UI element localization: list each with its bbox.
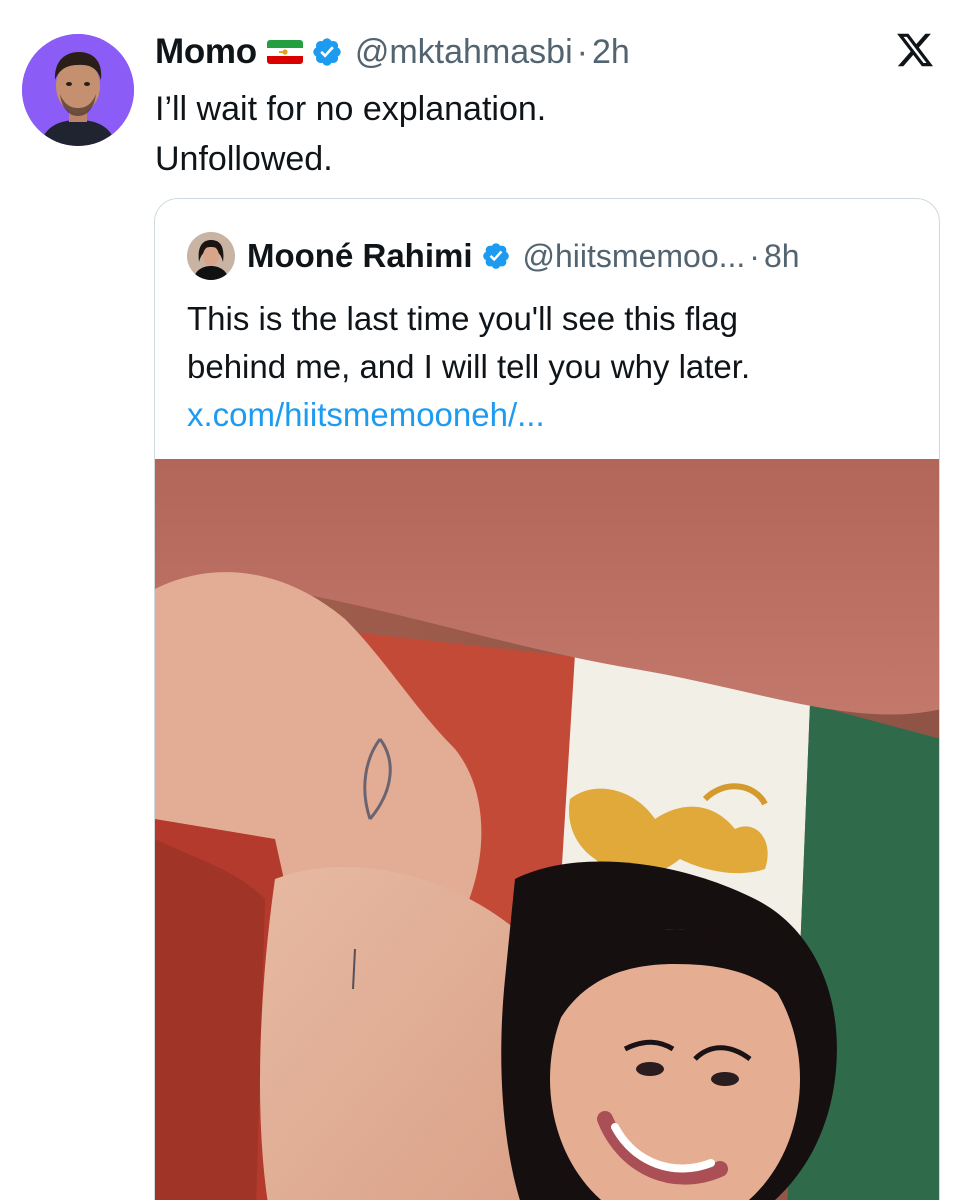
- author-handle[interactable]: @mktahmasbi: [355, 33, 573, 72]
- verified-badge-icon[interactable]: [481, 241, 511, 271]
- quoted-tweet-header: Mooné Rahimi @hiitsmemoo... · 8h: [187, 229, 800, 283]
- author-avatar[interactable]: [22, 34, 134, 146]
- avatar-photo: [22, 34, 134, 146]
- quoted-tweet-time[interactable]: 8h: [764, 238, 800, 275]
- separator-dot: ·: [576, 32, 588, 71]
- x-logo-icon[interactable]: [895, 30, 935, 70]
- author-name[interactable]: Momo: [155, 32, 257, 72]
- tweet-time[interactable]: 2h: [592, 33, 630, 72]
- quoted-author-name[interactable]: Mooné Rahimi: [247, 237, 473, 275]
- quoted-author-avatar[interactable]: [187, 232, 235, 280]
- quoted-text-line: behind me, and I will tell you why later…: [187, 348, 751, 385]
- selfie-photo: [155, 459, 939, 1200]
- quoted-tweet-link[interactable]: x.com/hiitsmemooneh/...: [187, 391, 907, 439]
- tweet-header: Momo @mktahmasbi · 2h: [155, 28, 630, 76]
- quoted-tweet[interactable]: Mooné Rahimi @hiitsmemoo... · 8h This is…: [154, 198, 940, 1200]
- tweet: Momo @mktahmasbi · 2h I’ll wait for no e…: [0, 0, 961, 1200]
- quoted-tweet-photo[interactable]: [155, 459, 939, 1200]
- tweet-text-line: Unfollowed.: [155, 140, 333, 178]
- verified-badge-icon[interactable]: [311, 36, 343, 68]
- tweet-text-line: I’ll wait for no explanation.: [155, 90, 547, 128]
- quoted-tweet-text: This is the last time you'll see this fl…: [187, 295, 907, 439]
- iran-flag-icon: [266, 40, 303, 64]
- quoted-author-handle[interactable]: @hiitsmemoo...: [523, 238, 746, 275]
- separator-dot: ·: [749, 237, 760, 274]
- quoted-text-line: This is the last time you'll see this fl…: [187, 300, 739, 337]
- tweet-text: I’ll wait for no explanation. Unfollowed…: [155, 84, 915, 184]
